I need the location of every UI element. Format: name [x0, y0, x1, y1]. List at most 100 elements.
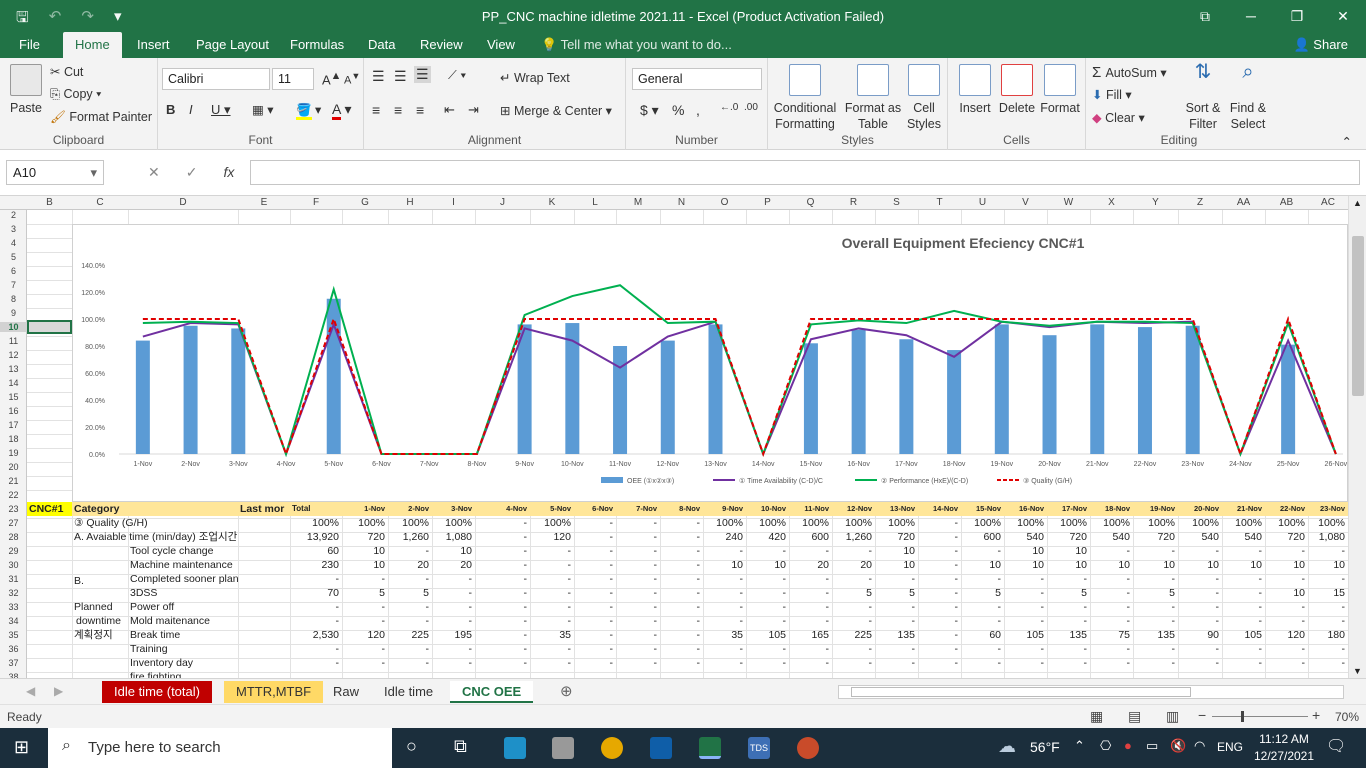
- date-header[interactable]: 4-Nov: [475, 502, 530, 516]
- table-cell[interactable]: -: [1090, 642, 1133, 656]
- group-label[interactable]: downtime: [72, 614, 128, 628]
- cancel-icon[interactable]: ✕: [148, 164, 160, 181]
- table-cell[interactable]: -: [1004, 600, 1047, 614]
- ribbon-display-icon[interactable]: ⧉: [1182, 0, 1228, 32]
- table-cell[interactable]: -: [918, 642, 961, 656]
- align-left-button[interactable]: ≡: [372, 102, 380, 118]
- table-cell[interactable]: -: [616, 516, 660, 530]
- table-cell[interactable]: 105: [746, 628, 789, 642]
- table-cell[interactable]: 100%: [746, 516, 789, 530]
- group-label[interactable]: Planned: [72, 600, 128, 614]
- sheet-tab-raw[interactable]: Raw: [321, 681, 371, 703]
- prev-sheet-icon[interactable]: ◀: [26, 684, 35, 698]
- align-center-button[interactable]: ≡: [394, 102, 402, 118]
- table-cell[interactable]: 100%: [832, 516, 875, 530]
- table-cell[interactable]: -: [746, 600, 789, 614]
- row-label[interactable]: Power off: [128, 600, 238, 614]
- column-header-v[interactable]: V: [1004, 197, 1047, 208]
- table-cell[interactable]: -: [432, 642, 475, 656]
- table-cell[interactable]: -: [789, 600, 832, 614]
- column-header-e[interactable]: E: [238, 197, 290, 208]
- chrome-icon[interactable]: [601, 737, 623, 759]
- tab-page-layout[interactable]: Page Layout: [196, 37, 269, 52]
- table-cell[interactable]: -: [1265, 600, 1308, 614]
- table-cell[interactable]: 100%: [875, 516, 918, 530]
- table-cell[interactable]: 100%: [1047, 516, 1090, 530]
- table-cell[interactable]: -: [388, 614, 432, 628]
- table-cell[interactable]: -: [918, 544, 961, 558]
- table-cell[interactable]: -: [1222, 614, 1265, 628]
- table-cell[interactable]: -: [1265, 572, 1308, 586]
- table-cell[interactable]: 540: [1090, 530, 1133, 544]
- table-cell[interactable]: 135: [875, 628, 918, 642]
- row-label[interactable]: fire fighting: [128, 670, 238, 678]
- table-cell[interactable]: -: [832, 544, 875, 558]
- row-label[interactable]: Completed sooner plan: [128, 572, 238, 586]
- row-label[interactable]: Mold maitenance: [128, 614, 238, 628]
- zoom-level[interactable]: 70%: [1335, 710, 1359, 724]
- weather-temp[interactable]: 56°F: [1030, 739, 1060, 755]
- table-cell[interactable]: -: [660, 572, 703, 586]
- zoom-in-icon[interactable]: +: [1312, 707, 1320, 723]
- fill-button[interactable]: ⬇ Fill ▾: [1092, 87, 1132, 102]
- row-header-29[interactable]: 29: [0, 546, 27, 556]
- sheet-tab-idle-time[interactable]: Idle time: [372, 681, 445, 703]
- table-cell[interactable]: -: [918, 586, 961, 600]
- table-cell[interactable]: 1,080: [1308, 530, 1348, 544]
- category-header[interactable]: Category: [72, 502, 128, 516]
- table-cell[interactable]: 100%: [342, 516, 388, 530]
- formula-input[interactable]: [250, 160, 1360, 185]
- table-cell[interactable]: 165: [789, 628, 832, 642]
- increase-decimal-button[interactable]: ←.0: [720, 102, 738, 113]
- row-label[interactable]: Training: [128, 642, 238, 656]
- row-total[interactable]: -: [290, 600, 342, 614]
- table-cell[interactable]: 100%: [1222, 516, 1265, 530]
- table-cell[interactable]: -: [1047, 614, 1090, 628]
- table-cell[interactable]: -: [1133, 642, 1178, 656]
- table-cell[interactable]: -: [475, 558, 530, 572]
- table-cell[interactable]: -: [1047, 600, 1090, 614]
- table-cell[interactable]: -: [616, 614, 660, 628]
- table-cell[interactable]: 100%: [1265, 516, 1308, 530]
- table-cell[interactable]: -: [875, 614, 918, 628]
- table-cell[interactable]: -: [574, 558, 616, 572]
- table-cell[interactable]: 10: [1265, 586, 1308, 600]
- decrease-indent-button[interactable]: ⇤: [444, 102, 455, 118]
- font-name-select[interactable]: Calibri: [162, 68, 270, 90]
- date-header[interactable]: 19-Nov: [1133, 502, 1178, 516]
- table-cell[interactable]: 100%: [703, 516, 746, 530]
- table-cell[interactable]: 225: [388, 628, 432, 642]
- table-cell[interactable]: -: [616, 628, 660, 642]
- row-total[interactable]: [290, 670, 342, 678]
- increase-indent-button[interactable]: ⇥: [468, 102, 479, 118]
- table-cell[interactable]: 100%: [1090, 516, 1133, 530]
- row-header-31[interactable]: 31: [0, 574, 27, 584]
- table-cell[interactable]: -: [616, 600, 660, 614]
- column-header-d[interactable]: D: [128, 197, 238, 208]
- table-cell[interactable]: -: [574, 656, 616, 670]
- table-cell[interactable]: 225: [832, 628, 875, 642]
- table-cell[interactable]: -: [918, 558, 961, 572]
- row-header-30[interactable]: 30: [0, 560, 27, 570]
- table-cell[interactable]: -: [918, 572, 961, 586]
- table-cell[interactable]: -: [530, 600, 574, 614]
- date-header[interactable]: 16-Nov: [1004, 502, 1047, 516]
- date-header[interactable]: 17-Nov: [1047, 502, 1090, 516]
- row-label[interactable]: Break time: [128, 628, 238, 642]
- oee-chart[interactable]: Overall Equipment Efeciency CNC#1 0.0% 20.…: [72, 224, 1348, 502]
- table-cell[interactable]: -: [1133, 614, 1178, 628]
- edge-icon[interactable]: [504, 737, 526, 759]
- table-cell[interactable]: -: [475, 530, 530, 544]
- table-cell[interactable]: -: [660, 628, 703, 642]
- insert-function-icon[interactable]: fx: [223, 164, 234, 181]
- column-header-ab[interactable]: AB: [1265, 197, 1308, 208]
- table-cell[interactable]: -: [660, 656, 703, 670]
- table-cell[interactable]: -: [832, 600, 875, 614]
- row-label[interactable]: 3DSS: [128, 586, 238, 600]
- table-cell[interactable]: -: [1178, 544, 1222, 558]
- zoom-slider[interactable]: [1212, 716, 1308, 717]
- table-cell[interactable]: -: [789, 642, 832, 656]
- table-cell[interactable]: -: [342, 600, 388, 614]
- row-total[interactable]: 2,530: [290, 628, 342, 642]
- row-header-13[interactable]: 13: [0, 364, 27, 374]
